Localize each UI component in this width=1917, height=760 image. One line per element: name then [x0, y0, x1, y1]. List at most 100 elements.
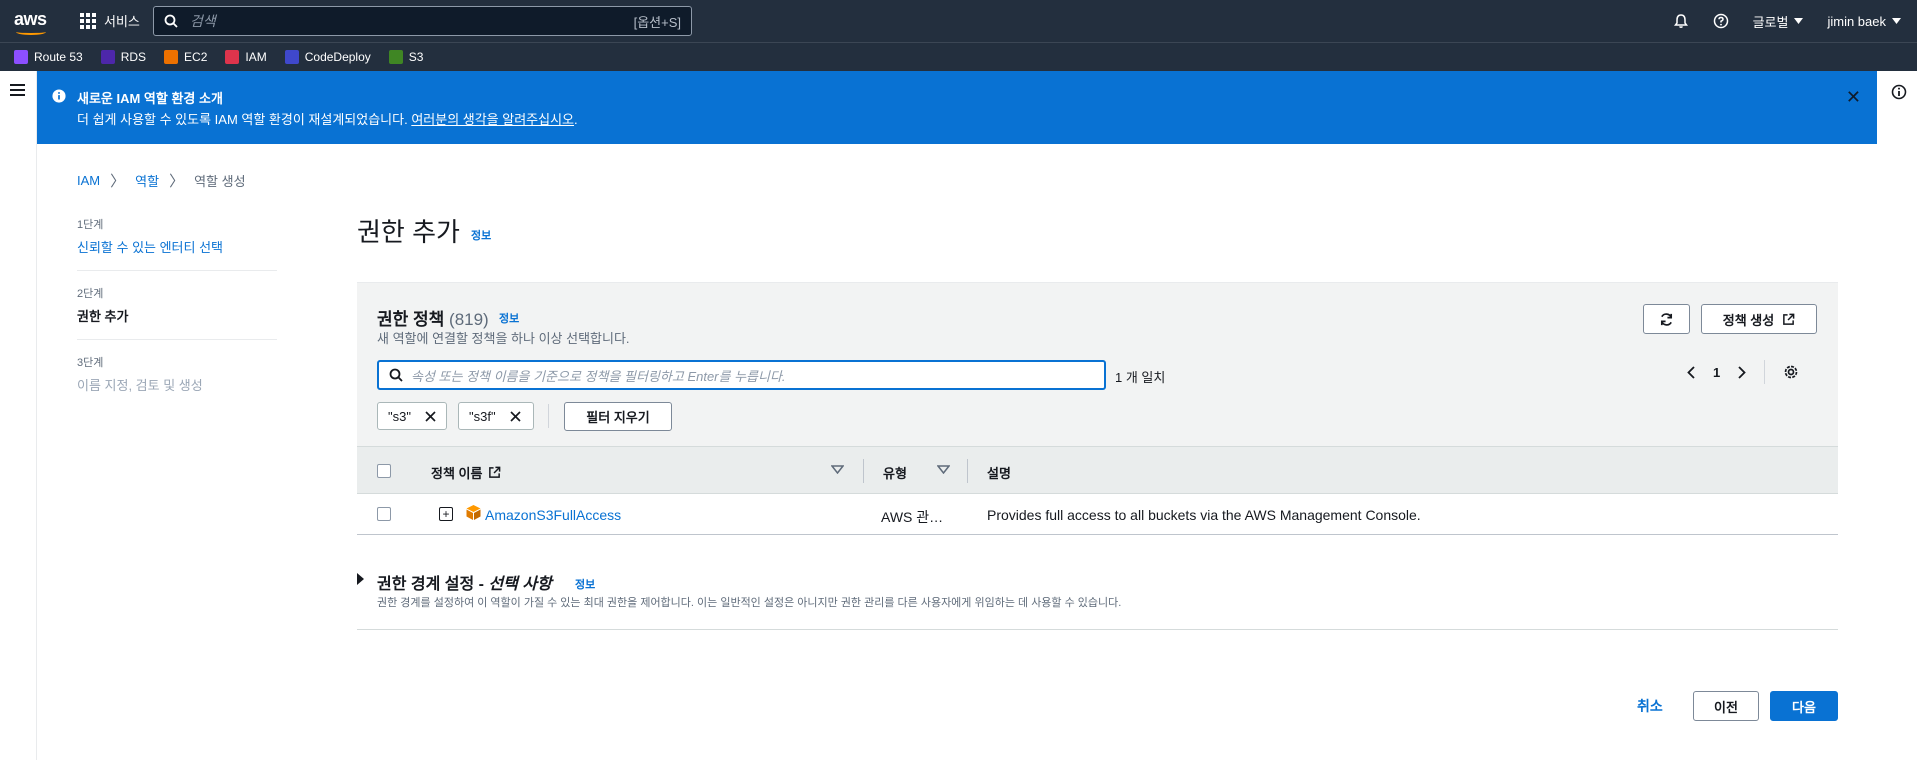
policy-type: AWS 관…	[881, 509, 944, 525]
token-label: "s3"	[388, 408, 411, 424]
boundary-info-link[interactable]: 정보	[575, 576, 595, 592]
policy-name-link[interactable]: AmazonS3FullAccess	[485, 507, 621, 523]
filter-token: "s3"	[377, 402, 447, 430]
flash-body: 더 쉽게 사용할 수 있도록 IAM 역할 환경이 재설계되었습니다. 여러분의…	[77, 109, 578, 128]
help-panel-strip	[1879, 71, 1917, 760]
favorite-ec2[interactable]: EC2	[164, 50, 207, 64]
column-header-type[interactable]: 유형	[883, 463, 907, 482]
chevron-right-icon: 〉	[110, 173, 126, 190]
panel-description: 새 역할에 연결할 정책을 하나 이상 선택합니다.	[377, 331, 630, 346]
step-number: 3단계	[77, 357, 104, 369]
filter-token: "s3f"	[458, 402, 534, 430]
boundary-title-text: 권한 경계 설정 -	[377, 576, 489, 593]
close-icon[interactable]	[425, 410, 436, 422]
favorite-iam[interactable]: IAM	[225, 50, 267, 64]
favorite-s3[interactable]: S3	[388, 50, 423, 64]
wizard-step-1: 1단계 신뢰할 수 있는 엔터티 선택	[77, 216, 277, 271]
wizard-step-2: 2단계 권한 추가	[77, 285, 277, 340]
caret-right-icon[interactable]	[357, 573, 364, 585]
external-link-icon	[1783, 313, 1795, 325]
menu-icon[interactable]	[10, 84, 25, 99]
account-menu[interactable]: jimin baek	[1815, 14, 1917, 29]
favorite-label: EC2	[184, 50, 208, 64]
permission-policies-panel: 권한 정책 (819) 정보 새 역할에 연결할 정책을 하나 이상 선택합니다…	[357, 282, 1838, 535]
search-shortcut: [옵션+S]	[633, 14, 681, 30]
create-policy-button[interactable]: 정책 생성	[1701, 304, 1817, 334]
select-all-checkbox[interactable]	[377, 464, 391, 478]
policy-filter-input[interactable]: 속성 또는 정책 이름을 기준으로 정책을 필터링하고 Enter를 누릅니다.	[377, 360, 1106, 390]
column-divider	[863, 459, 864, 483]
breadcrumb-roles[interactable]: 역할	[135, 171, 159, 190]
sort-caret-icon[interactable]	[831, 465, 844, 474]
search-icon	[164, 14, 178, 28]
region-label: 글로벌	[1752, 14, 1789, 30]
current-page[interactable]: 1	[1713, 365, 1720, 380]
aws-logo-smile-icon	[16, 29, 46, 35]
chevron-left-icon[interactable]	[1687, 365, 1695, 379]
step-link[interactable]: 신뢰할 수 있는 엔터티 선택	[77, 237, 277, 256]
filter-placeholder: 속성 또는 정책 이름을 기준으로 정책을 필터링하고 Enter를 누릅니다.	[411, 368, 786, 384]
favorite-label: IAM	[245, 50, 267, 64]
breadcrumb: IAM 〉 역할 〉 역할 생성	[77, 170, 246, 191]
service-icon	[100, 50, 115, 64]
notifications-button[interactable]	[1661, 13, 1701, 29]
gear-icon[interactable]	[1783, 364, 1799, 380]
expand-icon[interactable]: +	[439, 507, 453, 521]
feedback-link[interactable]: 여러분의 생각을 알려주십시오	[411, 112, 574, 127]
user-label: jimin baek	[1827, 13, 1886, 29]
pagination: 1	[1687, 360, 1799, 384]
column-header-name[interactable]: 정책 이름	[431, 463, 501, 482]
breadcrumb-current: 역할 생성	[194, 174, 246, 189]
services-menu-button[interactable]: 서비스	[80, 11, 140, 30]
favorite-route-53[interactable]: Route 53	[14, 50, 83, 64]
region-selector[interactable]: 글로벌	[1741, 12, 1816, 31]
previous-button[interactable]: 이전	[1693, 691, 1759, 721]
pager-divider	[1764, 360, 1766, 384]
boundary-description: 권한 경계를 설정하여 이 역할이 가질 수 있는 최대 권한을 제어합니다. …	[377, 597, 1122, 609]
favorite-label: RDS	[120, 50, 147, 64]
boundary-title[interactable]: 권한 경계 설정 - 선택 사항	[377, 570, 552, 594]
chevron-right-icon[interactable]	[1738, 365, 1747, 379]
close-icon[interactable]: ✕	[1846, 87, 1861, 108]
row-checkbox[interactable]	[377, 507, 391, 521]
refresh-icon	[1660, 312, 1673, 326]
global-search-input[interactable]: 검색 [옵션+S]	[153, 6, 692, 36]
permissions-boundary-section: 권한 경계 설정 - 선택 사항 정보 권한 경계를 설정하여 이 역할이 가질…	[357, 570, 1838, 630]
policies-info-link[interactable]: 정보	[499, 310, 519, 326]
create-policy-label: 정책 생성	[1722, 312, 1775, 328]
external-link-icon	[489, 466, 501, 478]
help-icon	[1713, 13, 1728, 29]
sort-caret-icon[interactable]	[937, 465, 950, 474]
match-count: 1 개 일치	[1115, 370, 1166, 385]
clear-filters-button[interactable]: 필터 지우기	[564, 402, 672, 431]
grid-icon	[80, 12, 96, 29]
cancel-button[interactable]: 취소	[1637, 696, 1663, 716]
services-label: 서비스	[104, 14, 140, 29]
aws-logo[interactable]: aws	[14, 9, 47, 30]
favorite-label: CodeDeploy	[304, 50, 371, 64]
panel-title: 권한 정책 (819)	[377, 305, 489, 330]
managed-policy-icon	[466, 505, 481, 520]
table-row[interactable]: + AmazonS3FullAccess AWS 관… Provides ful…	[357, 494, 1838, 535]
table-header: 정책 이름 유형 설명	[357, 446, 1838, 494]
info-icon[interactable]	[1891, 84, 1907, 100]
flash-body-suffix: .	[574, 112, 578, 127]
service-icon	[14, 50, 28, 64]
next-button[interactable]: 다음	[1770, 691, 1838, 721]
favorite-rds[interactable]: RDS	[100, 50, 147, 64]
service-icon	[164, 50, 179, 64]
token-divider	[548, 404, 549, 428]
close-icon[interactable]	[509, 410, 521, 422]
panel-header: 권한 정책 (819) 정보 새 역할에 연결할 정책을 하나 이상 선택합니다…	[357, 283, 1838, 446]
favorite-codedeploy[interactable]: CodeDeploy	[284, 50, 371, 64]
token-label: "s3f"	[469, 408, 496, 424]
chevron-right-icon: 〉	[169, 173, 185, 190]
refresh-button[interactable]	[1643, 304, 1690, 334]
service-icon	[388, 50, 403, 64]
page-title: 권한 추가	[357, 217, 460, 247]
help-button[interactable]	[1701, 13, 1741, 29]
breadcrumb-iam[interactable]: IAM	[77, 173, 100, 188]
flash-body-text: 더 쉽게 사용할 수 있도록 IAM 역할 환경이 재설계되었습니다.	[77, 112, 412, 127]
page-info-link[interactable]: 정보	[471, 227, 491, 243]
column-divider	[967, 459, 968, 483]
